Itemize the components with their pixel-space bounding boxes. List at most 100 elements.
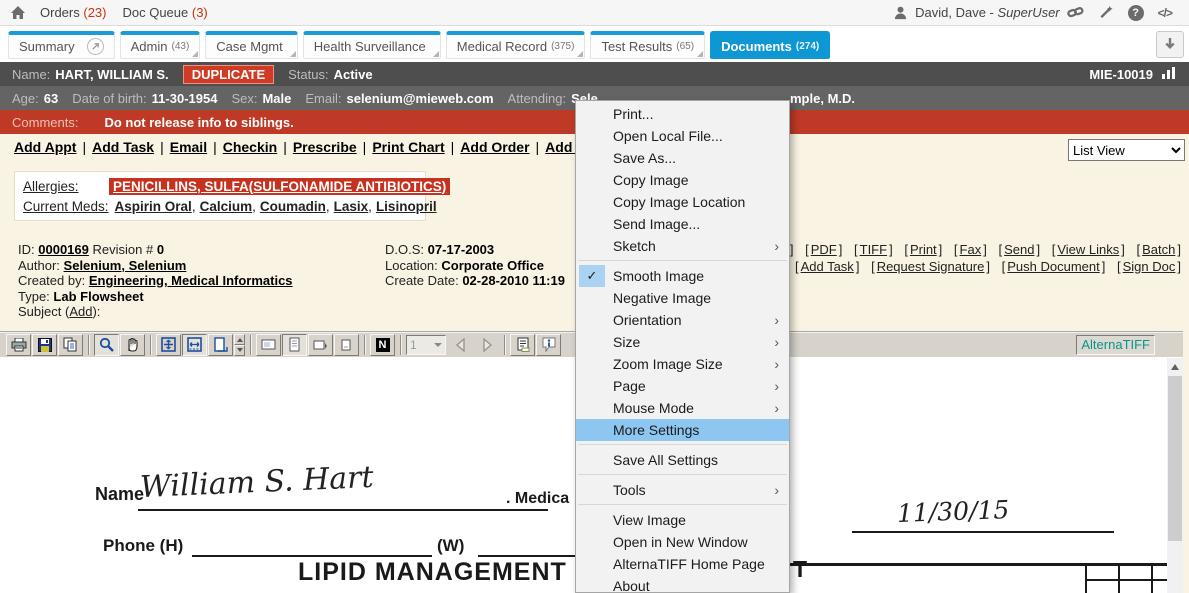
tab-summary[interactable]: Summary (8, 31, 115, 59)
add-task-link[interactable]: Add Task (92, 139, 154, 155)
zoom-tool-button[interactable] (94, 334, 119, 356)
duplicate-badge: DUPLICATE (183, 65, 274, 84)
doc-queue-link[interactable]: Doc Queue (3) (122, 5, 207, 20)
zoom-spinner-up[interactable] (234, 334, 245, 345)
allergy-list[interactable]: PENICILLINS, SULFA(SULFONAMIDE ANTIBIOTI… (109, 178, 450, 195)
save-button[interactable] (32, 334, 57, 356)
menu-item-alternatiff-home-page[interactable]: AlternaTIFF Home Page (576, 553, 789, 575)
fit-page-button[interactable] (208, 334, 233, 356)
view-mode-select[interactable]: List View (1068, 139, 1185, 161)
menu-item-open-in-new-window[interactable]: Open in New Window (576, 531, 789, 553)
zoom-spinner[interactable] (234, 334, 245, 356)
menu-item-print[interactable]: Print... (576, 103, 789, 125)
popout-arrow-icon[interactable] (87, 38, 104, 55)
submenu-arrow-icon: › (774, 356, 779, 372)
send-link[interactable]: Send (1004, 242, 1034, 257)
orientation-portrait-button[interactable] (282, 334, 307, 356)
orders-link[interactable]: Orders (23) (40, 5, 106, 20)
created-by-link[interactable]: Engineering, Medical Informatics (89, 273, 293, 288)
user-name[interactable]: David, Dave - SuperUser (915, 5, 1060, 20)
menu-item-negative-image[interactable]: Negative Image (576, 287, 789, 309)
menu-item-view-image[interactable]: View Image (576, 509, 789, 531)
menu-item-copy-image-location[interactable]: Copy Image Location (576, 191, 789, 213)
menu-item-send-image[interactable]: Send Image... (576, 213, 789, 235)
print-chart-link[interactable]: Print Chart (372, 139, 444, 155)
add-appt-link[interactable]: Add Appt (14, 139, 76, 155)
menu-item-save-all-settings[interactable]: Save All Settings (576, 449, 789, 471)
menu-item-about[interactable]: About (576, 575, 789, 593)
request-signature-link[interactable]: Request Signature (877, 259, 985, 274)
fit-width-button[interactable] (182, 334, 207, 356)
current-meds-label[interactable]: Current Meds: (23, 199, 109, 214)
scrollbar-thumb[interactable] (1168, 376, 1182, 541)
menu-item-zoom-image-size[interactable]: Zoom Image Size› (576, 353, 789, 375)
copy-button[interactable] (58, 334, 83, 356)
fit-window-button[interactable] (156, 334, 181, 356)
sign-doc-link[interactable]: Sign Doc (1123, 259, 1176, 274)
home-icon[interactable] (10, 5, 26, 21)
wand-icon[interactable] (1098, 5, 1114, 20)
help-icon[interactable]: ? (1128, 5, 1144, 21)
med-link[interactable]: Lasix (334, 199, 369, 214)
negative-image-button[interactable]: N (370, 334, 395, 356)
menu-item-open-local-file[interactable]: Open Local File... (576, 125, 789, 147)
viewer-scrollbar[interactable] (1167, 358, 1183, 593)
menu-separator (578, 474, 787, 475)
med-link[interactable]: Coumadin (260, 199, 326, 214)
code-icon[interactable]: </> (1158, 6, 1172, 20)
orientation-rotate-left-button[interactable] (308, 334, 333, 356)
author-link[interactable]: Selenium, Selenium (64, 258, 187, 273)
tab-test-results[interactable]: Test Results(65) (590, 31, 705, 59)
document-properties-button[interactable] (510, 334, 535, 356)
zoom-spinner-down[interactable] (234, 345, 245, 356)
menu-item-mouse-mode[interactable]: Mouse Mode› (576, 397, 789, 419)
allergies-label[interactable]: Allergies: (23, 179, 103, 194)
view-links-link[interactable]: View Links (1057, 242, 1119, 257)
med-link[interactable]: Aspirin Oral (115, 199, 192, 214)
menu-item-sketch[interactable]: Sketch› (576, 235, 789, 257)
med-link[interactable]: Lisinopril (376, 199, 437, 214)
batch-link[interactable]: Batch (1142, 242, 1175, 257)
menu-item-save-as[interactable]: Save As... (576, 147, 789, 169)
page-number-select[interactable]: 1 (406, 335, 446, 355)
fax-link[interactable]: Fax (960, 242, 982, 257)
menu-item-copy-image[interactable]: Copy Image (576, 169, 789, 191)
med-link[interactable]: Calcium (200, 199, 253, 214)
add-order-link[interactable]: Add Order (460, 139, 529, 155)
tab-admin[interactable]: Admin(43) (120, 31, 201, 59)
add-task-doc-link[interactable]: Add Task (801, 259, 854, 274)
orientation-rotate-right-button[interactable] (334, 334, 359, 356)
menu-item-size[interactable]: Size› (576, 331, 789, 353)
link-icon[interactable] (1067, 5, 1084, 20)
menu-item-more-settings[interactable]: More Settings (576, 419, 789, 441)
print-link[interactable]: Print (910, 242, 937, 257)
add-subject-link[interactable]: Add (69, 304, 92, 319)
info-button[interactable] (536, 334, 561, 356)
prescribe-link[interactable]: Prescribe (293, 139, 357, 155)
next-page-button[interactable] (474, 334, 499, 356)
menu-item-page[interactable]: Page› (576, 375, 789, 397)
menu-item-tools[interactable]: Tools› (576, 479, 789, 501)
checkin-link[interactable]: Checkin (223, 139, 277, 155)
print-button[interactable] (6, 334, 31, 356)
document-id-link[interactable]: 0000169 (38, 242, 89, 257)
top-navigation-bar: Orders (23) Doc Queue (3) David, Dave - … (0, 0, 1189, 26)
tab-medical-record[interactable]: Medical Record(375) (446, 31, 586, 59)
tab-case-mgmt[interactable]: Case Mgmt (205, 31, 297, 59)
scrollbar-up-button[interactable] (1167, 358, 1183, 375)
pdf-link[interactable]: PDF (811, 242, 837, 257)
push-document-link[interactable]: Push Document (1007, 259, 1100, 274)
pan-hand-button[interactable] (120, 334, 145, 356)
tab-documents[interactable]: Documents(274) (710, 31, 830, 59)
previous-page-button[interactable] (448, 334, 473, 356)
orientation-landscape-button[interactable] (256, 334, 281, 356)
chart-stats-icon[interactable] (1161, 66, 1177, 83)
patient-email: selenium@mieweb.com (346, 91, 493, 106)
menu-item-smooth-image[interactable]: ✓Smooth Image (576, 265, 789, 287)
menu-item-orientation[interactable]: Orientation› (576, 309, 789, 331)
tiff-link[interactable]: TIFF (860, 242, 887, 257)
tab-health-surveillance[interactable]: Health Surveillance (303, 31, 441, 59)
doc-queue-count: (3) (192, 5, 208, 20)
email-link[interactable]: Email (170, 139, 207, 155)
download-button[interactable] (1156, 31, 1184, 58)
